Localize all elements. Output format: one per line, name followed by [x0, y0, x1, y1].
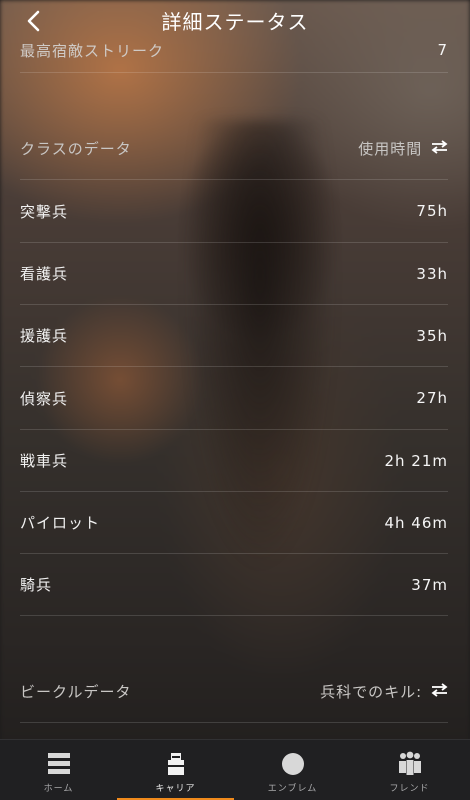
class-row-tanker: 戦車兵 2h 21m: [20, 430, 448, 492]
class-name: 戦車兵: [20, 452, 69, 470]
vehicle-sort-label: 兵科でのキル:: [320, 682, 423, 701]
class-row-assault: 突撃兵 75h: [20, 180, 448, 243]
tab-home[interactable]: ホーム: [0, 740, 117, 800]
class-sort-toggle[interactable]: 使用時間: [358, 138, 448, 159]
tab-label: フレンド: [389, 784, 430, 794]
nemesis-streak-value: 7: [437, 41, 448, 59]
class-name: 突撃兵: [20, 202, 69, 221]
class-data-section-header: クラスのデータ 使用時間: [20, 117, 448, 180]
friends-icon: [398, 751, 421, 775]
tab-label: ホーム: [43, 784, 74, 794]
bottom-tab-bar: ホーム キャリア エンブレム フレンド: [0, 739, 470, 800]
tab-label: キャリア: [155, 784, 196, 794]
class-time: 33h: [416, 264, 448, 283]
class-sort-label: 使用時間: [358, 139, 423, 158]
tab-label: エンブレム: [267, 784, 318, 794]
class-name: 援護兵: [20, 327, 69, 345]
class-row-support: 援護兵 35h: [20, 305, 448, 367]
class-time: 35h: [416, 326, 448, 345]
class-time: 75h: [416, 202, 448, 220]
class-time: 37m: [411, 575, 448, 594]
swap-icon: [431, 682, 448, 697]
class-row-pilot: パイロット 4h 46m: [20, 492, 448, 554]
class-data-label: クラスのデータ: [20, 139, 132, 158]
class-time: 27h: [416, 389, 448, 407]
class-row-scout: 偵察兵 27h: [20, 367, 448, 430]
home-icon: [47, 753, 70, 774]
tab-friends[interactable]: フレンド: [351, 740, 468, 800]
class-name: パイロット: [20, 514, 101, 532]
vehicle-data-label: ビークルデータ: [20, 682, 132, 701]
class-name: 看護兵: [20, 265, 69, 283]
nemesis-streak-label: 最高宿敵ストリーク: [20, 41, 165, 60]
class-time: 2h 21m: [384, 451, 448, 470]
vehicle-data-section-header: ビークルデータ 兵科でのキル:: [20, 660, 448, 723]
swap-icon: [431, 139, 448, 154]
tab-career[interactable]: キャリア: [117, 740, 234, 800]
class-name: 騎兵: [20, 576, 53, 594]
career-icon: [167, 753, 184, 775]
vehicle-sort-toggle[interactable]: 兵科でのキル:: [320, 681, 448, 702]
class-name: 偵察兵: [20, 389, 69, 408]
tab-emblem[interactable]: エンブレム: [234, 740, 351, 800]
emblem-icon: [281, 753, 304, 775]
nemesis-streak-row: 最高宿敵ストリーク 7: [20, 28, 448, 73]
class-row-medic: 看護兵 33h: [20, 243, 448, 305]
class-time: 4h 46m: [384, 513, 448, 532]
class-row-cavalry: 騎兵 37m: [20, 554, 448, 616]
